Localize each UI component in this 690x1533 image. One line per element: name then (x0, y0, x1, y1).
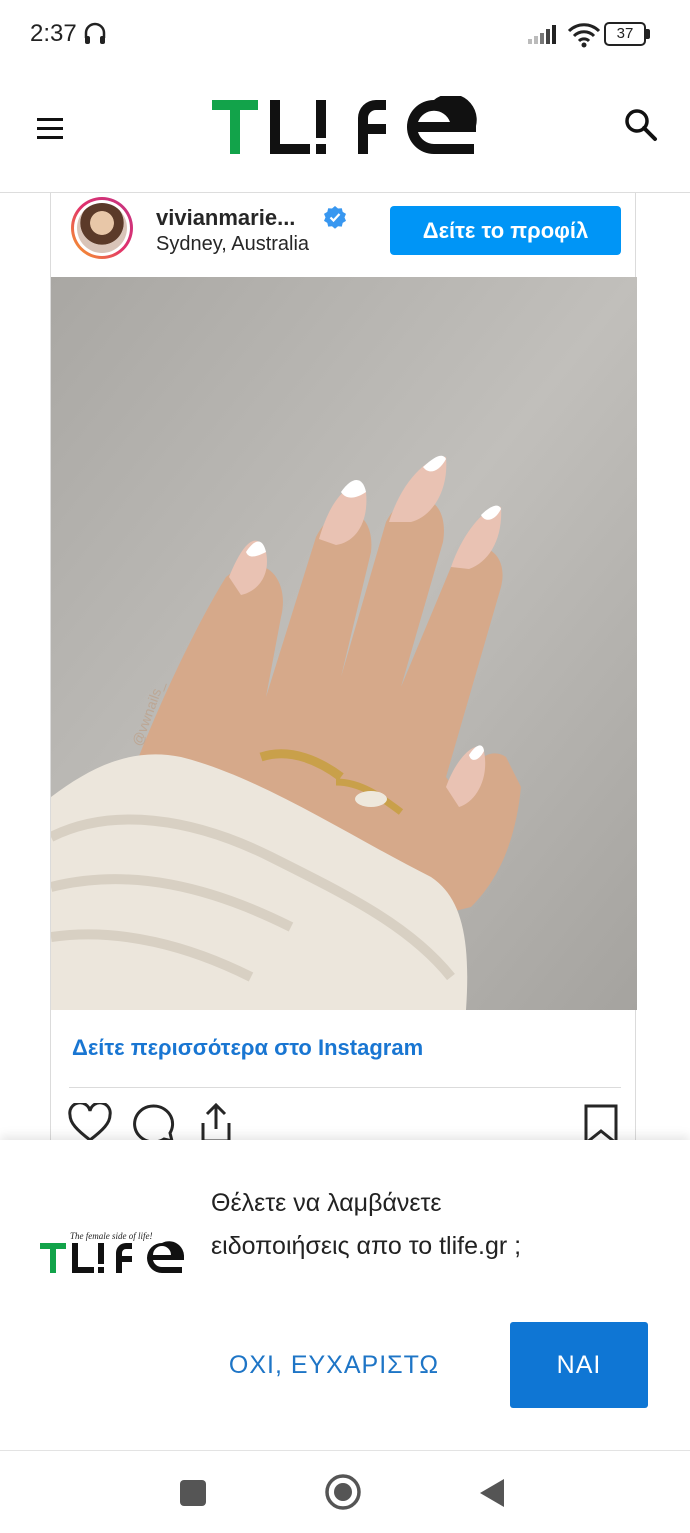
hamburger-menu-icon[interactable] (37, 118, 63, 140)
decline-notifications-button[interactable]: ΟΧΙ, ΕΥΧΑΡΙΣΤΩ (206, 1322, 462, 1408)
home-icon[interactable] (324, 1473, 362, 1511)
prompt-message-line2: ειδοποιήσεις απο το tlife.gr ; (211, 1232, 522, 1260)
instagram-photo[interactable]: @vwnails_ (51, 277, 637, 1010)
system-navigation-bar (0, 1451, 690, 1533)
ig-location[interactable]: Sydney, Australia (156, 233, 309, 256)
verified-badge-icon (324, 206, 346, 229)
status-bar: 2:37 37 (0, 0, 690, 70)
ig-username[interactable]: vivianmarie... (156, 205, 295, 231)
status-time: 2:37 (30, 20, 77, 47)
comment-icon[interactable] (130, 1103, 176, 1143)
back-icon[interactable] (478, 1477, 506, 1509)
avatar[interactable] (71, 197, 133, 259)
signal-icon (528, 25, 556, 44)
recent-apps-icon[interactable] (180, 1480, 206, 1506)
bookmark-icon[interactable] (583, 1103, 619, 1145)
prompt-message-line1: Θέλετε να λαμβάνετε (211, 1189, 442, 1217)
wifi-icon (567, 23, 601, 48)
tlife-prompt-logo: The female side of life! (40, 1231, 184, 1273)
share-icon[interactable] (195, 1101, 237, 1143)
view-profile-button[interactable]: Δείτε το προφίλ (390, 206, 621, 255)
tlife-logo[interactable] (212, 96, 478, 156)
search-icon[interactable] (624, 108, 658, 142)
manicure-hand-illustration: @vwnails_ (51, 277, 637, 1010)
battery-tip (646, 29, 650, 39)
divider (69, 1087, 621, 1088)
prompt-logo-tagline: The female side of life! (70, 1231, 152, 1241)
accept-notifications-button[interactable]: ΝΑΙ (510, 1322, 648, 1408)
instagram-embed: vivianmarie... Sydney, Australia Δείτε τ… (50, 193, 637, 1145)
see-more-on-instagram-link[interactable]: Δείτε περισσότερα στο Instagram (72, 1035, 423, 1061)
site-header (0, 70, 690, 193)
headphones-icon (84, 22, 106, 44)
battery-indicator: 37 (604, 22, 646, 46)
heart-icon[interactable] (67, 1103, 113, 1143)
notification-permission-prompt: The female side of life! Θέλετε να λαμβά… (0, 1140, 690, 1451)
prompt-message: Θέλετε να λαμβάνετε ειδοποιήσεις απο το … (211, 1182, 651, 1268)
